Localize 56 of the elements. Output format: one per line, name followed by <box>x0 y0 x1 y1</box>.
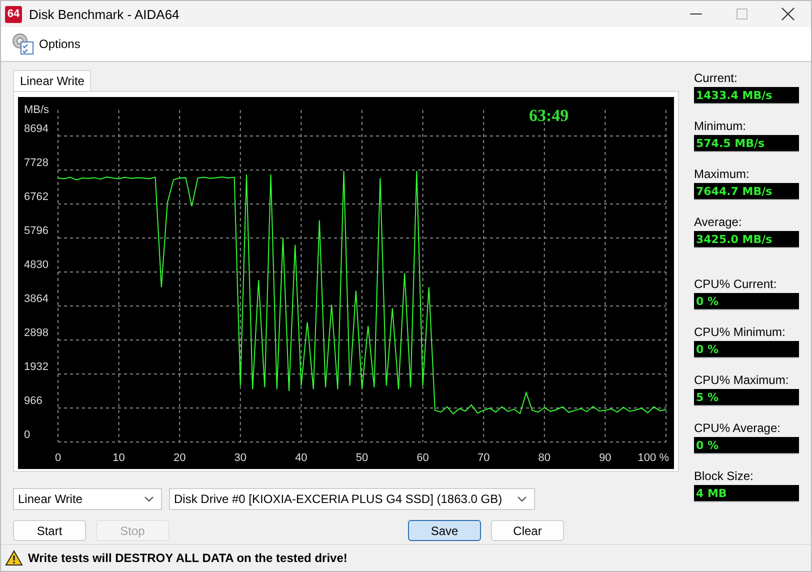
y-axis-label: 8694 <box>24 123 48 135</box>
x-axis-label: 70 <box>477 452 490 464</box>
y-axis-label: 966 <box>24 395 42 407</box>
dropdown[interactable]: Disk Drive #0 [KIOXIA-EXCERIA PLUS G4 SSD] (1863.0 GB) <box>169 488 535 510</box>
x-axis-label: 0 <box>54 452 62 464</box>
stat-label: CPU% Average: <box>694 421 782 436</box>
x-axis-label: 10 <box>112 452 125 464</box>
stat-label: Average: <box>694 215 743 230</box>
y-axis-title: MB/s <box>24 104 50 116</box>
close-icon[interactable] <box>781 7 795 21</box>
window-title: Disk Benchmark - AIDA64 <box>29 6 180 22</box>
warning-icon <box>5 550 23 566</box>
stat-label: CPU% Minimum: <box>694 325 786 340</box>
y-axis-label: 3864 <box>24 293 48 305</box>
options-menu[interactable]: Options <box>9 32 82 56</box>
options-icon <box>11 32 35 56</box>
app-logo-icon: 64 <box>5 6 22 22</box>
action-button[interactable]: Start <box>13 520 86 541</box>
stat-label: Current: <box>694 71 738 86</box>
x-axis-label: 80 <box>538 452 551 464</box>
stat-value: 0 % <box>694 437 799 454</box>
stat-value: 574.5 MB/s <box>694 135 799 152</box>
stat-value: 0 % <box>694 341 799 358</box>
y-axis-label: 4830 <box>24 259 48 271</box>
y-axis-label: 2898 <box>24 327 48 339</box>
x-axis-label: 30 <box>234 452 247 464</box>
stat-label: Maximum: <box>694 167 750 182</box>
action-button[interactable]: Clear <box>491 520 564 541</box>
action-button[interactable]: Save <box>408 520 481 541</box>
x-axis-label: 90 <box>599 452 612 464</box>
y-axis-label: 1932 <box>24 361 48 373</box>
tab[interactable]: Linear Write <box>13 70 92 91</box>
y-axis-label: 6762 <box>24 191 48 203</box>
stat-value: 4 MB <box>694 485 799 502</box>
stat-label: CPU% Current: <box>694 277 778 292</box>
y-axis-label: 0 <box>24 429 30 441</box>
stat-label: Minimum: <box>694 119 748 134</box>
y-axis-label: 5796 <box>24 225 48 237</box>
stat-value: 7644.7 MB/s <box>694 183 799 200</box>
elapsed-timer: 63:49 <box>529 106 569 125</box>
x-axis-label: 60 <box>416 452 429 464</box>
stat-label: Block Size: <box>694 469 754 484</box>
y-axis-label: 7728 <box>24 157 48 169</box>
stat-value: 1433.4 MB/s <box>694 87 799 104</box>
x-axis-label: 20 <box>173 452 186 464</box>
chevron-down-icon <box>517 496 527 502</box>
warning-message: Write tests will DESTROY ALL DATA on the tested drive! <box>28 551 348 565</box>
x-axis-label: 50 <box>356 452 368 464</box>
x-axis-label: 40 <box>295 452 308 464</box>
dropdown[interactable]: Linear Write <box>13 488 162 510</box>
x-axis-label: 100 % <box>638 452 669 464</box>
stat-value: 0 % <box>694 293 799 310</box>
stat-value: 5 % <box>694 389 799 406</box>
stat-value: 3425.0 MB/s <box>694 231 799 248</box>
stat-label: CPU% Maximum: <box>694 373 790 388</box>
chevron-down-icon <box>144 496 154 502</box>
